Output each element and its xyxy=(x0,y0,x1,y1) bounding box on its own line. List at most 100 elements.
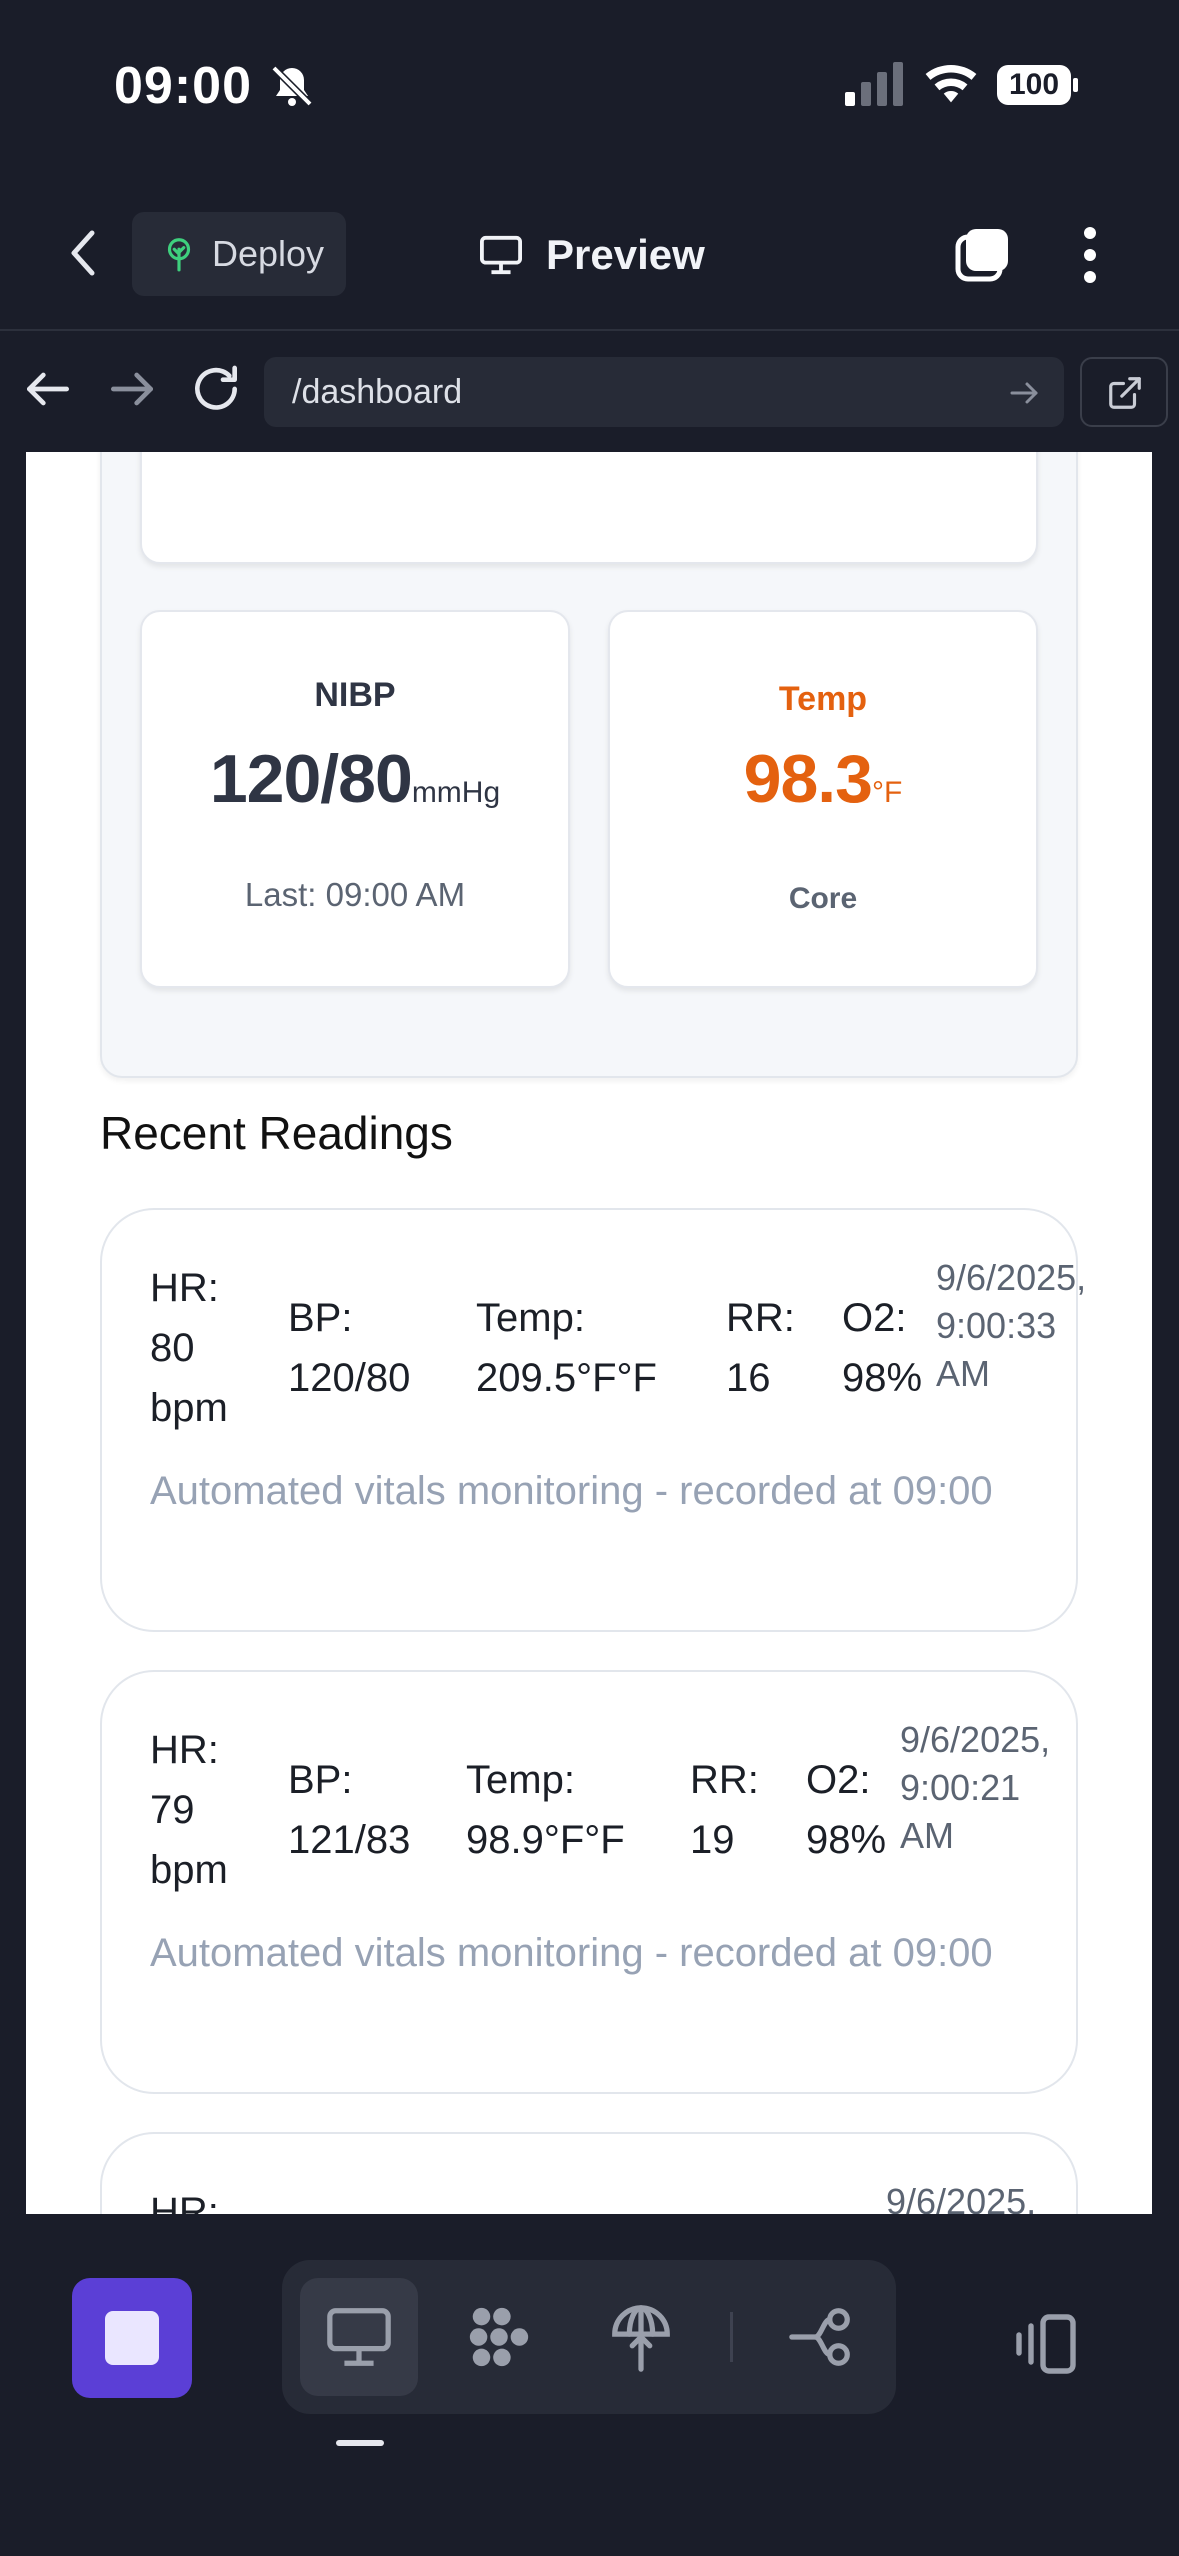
deploy-tree-icon xyxy=(167,238,191,272)
temp-value-row: 98.3°F xyxy=(610,740,1036,818)
reload-icon[interactable] xyxy=(188,361,244,417)
hr-unit: bpm xyxy=(150,1386,228,1430)
deploy-tool-button[interactable] xyxy=(582,2278,700,2396)
ts-date: 9/6/2025, xyxy=(900,1719,1051,1760)
temp-label: Temp: xyxy=(476,1296,585,1340)
reading-card: HR: 9/6/2025, xyxy=(100,2132,1078,2214)
temp-label: Temp xyxy=(778,680,868,718)
status-time: 09:00 xyxy=(114,57,252,115)
bell-slash-icon xyxy=(271,65,313,107)
ts-date: 9/6/2025, xyxy=(886,2181,1037,2214)
hr-label: HR: xyxy=(150,1266,219,1310)
hr-value: 80 xyxy=(150,1326,195,1370)
o2-value: 98% xyxy=(842,1356,923,1400)
panel-icon[interactable] xyxy=(1010,2308,1082,2380)
reading-o2: O2: 98% xyxy=(806,1750,886,1870)
reading-temp: Temp: 209.5°F°F xyxy=(476,1288,657,1408)
nibp-value: 120/80 xyxy=(209,741,413,817)
rr-value: 16 xyxy=(726,1356,771,1400)
signal-icon xyxy=(845,62,903,106)
page-title: Preview xyxy=(546,231,705,278)
ecg-waveform xyxy=(142,452,1038,564)
temp-value: 98.3 xyxy=(743,741,873,817)
tool-divider xyxy=(730,2312,733,2362)
more-vertical-icon[interactable] xyxy=(1070,223,1110,287)
bp-label: BP: xyxy=(288,1758,353,1802)
nibp-value-row: 120/80mmHg xyxy=(142,740,568,818)
rr-label: RR: xyxy=(726,1296,795,1340)
chevron-left-icon[interactable] xyxy=(60,223,106,283)
reading-hr: HR: 80 bpm xyxy=(150,1258,228,1438)
dashboard-page: NIBP 120/80mmHg Last: 09:00 AM Temp 98.3… xyxy=(26,452,1152,2214)
monitor-icon xyxy=(480,235,522,275)
hr-value: 79 xyxy=(150,1788,195,1832)
o2-label: O2: xyxy=(806,1758,871,1802)
hr-label: HR: xyxy=(150,2190,219,2214)
bottom-toolbar xyxy=(0,2214,1179,2556)
ts-ampm: AM xyxy=(936,1353,990,1394)
ts-time: 9:00:33 xyxy=(936,1305,1057,1346)
temp-value: 98.9°F°F xyxy=(466,1818,625,1862)
external-link-icon xyxy=(1109,377,1141,409)
desktop-icon xyxy=(327,2308,391,2366)
arrow-right-icon[interactable] xyxy=(104,361,160,417)
arrow-left-icon[interactable] xyxy=(20,361,76,417)
reading-note: Automated vitals monitoring - recorded a… xyxy=(150,1469,993,1513)
nibp-last: Last: 09:00 AM xyxy=(244,876,466,913)
temp-unit: °F xyxy=(872,776,903,809)
deploy-icon xyxy=(612,2305,670,2372)
temp-site: Core xyxy=(788,882,858,915)
hr-label: HR: xyxy=(150,1728,219,1772)
nibp-card: NIBP 120/80mmHg Last: 09:00 AM xyxy=(140,610,570,988)
workflow-tool-button[interactable] xyxy=(762,2278,880,2396)
bp-value: 120/80 xyxy=(288,1356,411,1400)
reading-card: HR: 79 bpm BP: 121/83 Temp: 98.9°F°F RR:… xyxy=(100,1670,1078,2094)
deploy-label: Deploy xyxy=(212,233,325,274)
ts-date: 9/6/2025, xyxy=(936,1257,1087,1298)
reading-hr: HR: xyxy=(150,2182,219,2214)
reading-rr: RR: 16 xyxy=(726,1288,795,1408)
reading-timestamp: 9/6/2025, 9:00:21 AM xyxy=(900,1716,1050,1860)
reading-temp: Temp: 98.9°F°F xyxy=(466,1750,625,1870)
reading-rr: RR: 19 xyxy=(690,1750,759,1870)
nibp-label: NIBP xyxy=(314,676,396,714)
reading-note: Automated vitals monitoring - recorded a… xyxy=(150,1931,993,1975)
temp-card: Temp 98.3°F Core xyxy=(608,610,1038,988)
status-bar: 09:00 100 xyxy=(0,0,1179,175)
hr-unit: bpm xyxy=(150,1848,228,1892)
temp-label: Temp: xyxy=(466,1758,575,1802)
stop-button[interactable] xyxy=(72,2278,192,2398)
open-external-button[interactable] xyxy=(1080,357,1168,427)
battery-level: 100 xyxy=(1008,68,1060,101)
o2-value: 98% xyxy=(806,1818,887,1862)
reading-timestamp: 9/6/2025, 9:00:33 AM xyxy=(936,1254,1086,1398)
stop-icon xyxy=(105,2311,159,2365)
apps-icon xyxy=(469,2307,529,2367)
recent-readings-title: Recent Readings xyxy=(100,1107,453,1159)
ts-time: 9:00:21 xyxy=(900,1767,1021,1808)
tabs-icon[interactable] xyxy=(952,225,1012,285)
preview-tab[interactable]: Preview xyxy=(478,225,705,285)
deploy-button[interactable]: Deploy xyxy=(132,212,346,296)
battery-icon: 100 xyxy=(996,64,1080,106)
web-content[interactable]: NIBP 120/80mmHg Last: 09:00 AM Temp 98.3… xyxy=(0,452,1179,2214)
go-arrow-icon[interactable] xyxy=(1006,375,1042,411)
reading-hr: HR: 79 bpm xyxy=(150,1720,228,1900)
app-bar: Deploy Preview xyxy=(0,175,1179,331)
tool-group xyxy=(282,2260,896,2414)
url-text: /dashboard xyxy=(292,372,463,411)
temp-value: 209.5°F°F xyxy=(476,1356,657,1400)
workflow-icon xyxy=(789,2308,850,2366)
desktop-tool-button[interactable] xyxy=(300,2278,418,2396)
reading-bp: BP: 120/80 xyxy=(288,1288,410,1408)
reading-o2: O2: 98% xyxy=(842,1288,922,1408)
reading-card: HR: 80 bpm BP: 120/80 Temp: 209.5°F°F RR… xyxy=(100,1208,1086,1632)
rr-value: 19 xyxy=(690,1818,735,1862)
url-input[interactable]: /dashboard xyxy=(264,357,1064,427)
apps-tool-button[interactable] xyxy=(440,2278,558,2396)
active-tab-indicator xyxy=(336,2440,384,2446)
rr-label: RR: xyxy=(690,1758,759,1802)
bp-value: 121/83 xyxy=(288,1818,411,1862)
url-bar: /dashboard xyxy=(0,331,1179,452)
reading-timestamp: 9/6/2025, xyxy=(886,2178,1036,2214)
